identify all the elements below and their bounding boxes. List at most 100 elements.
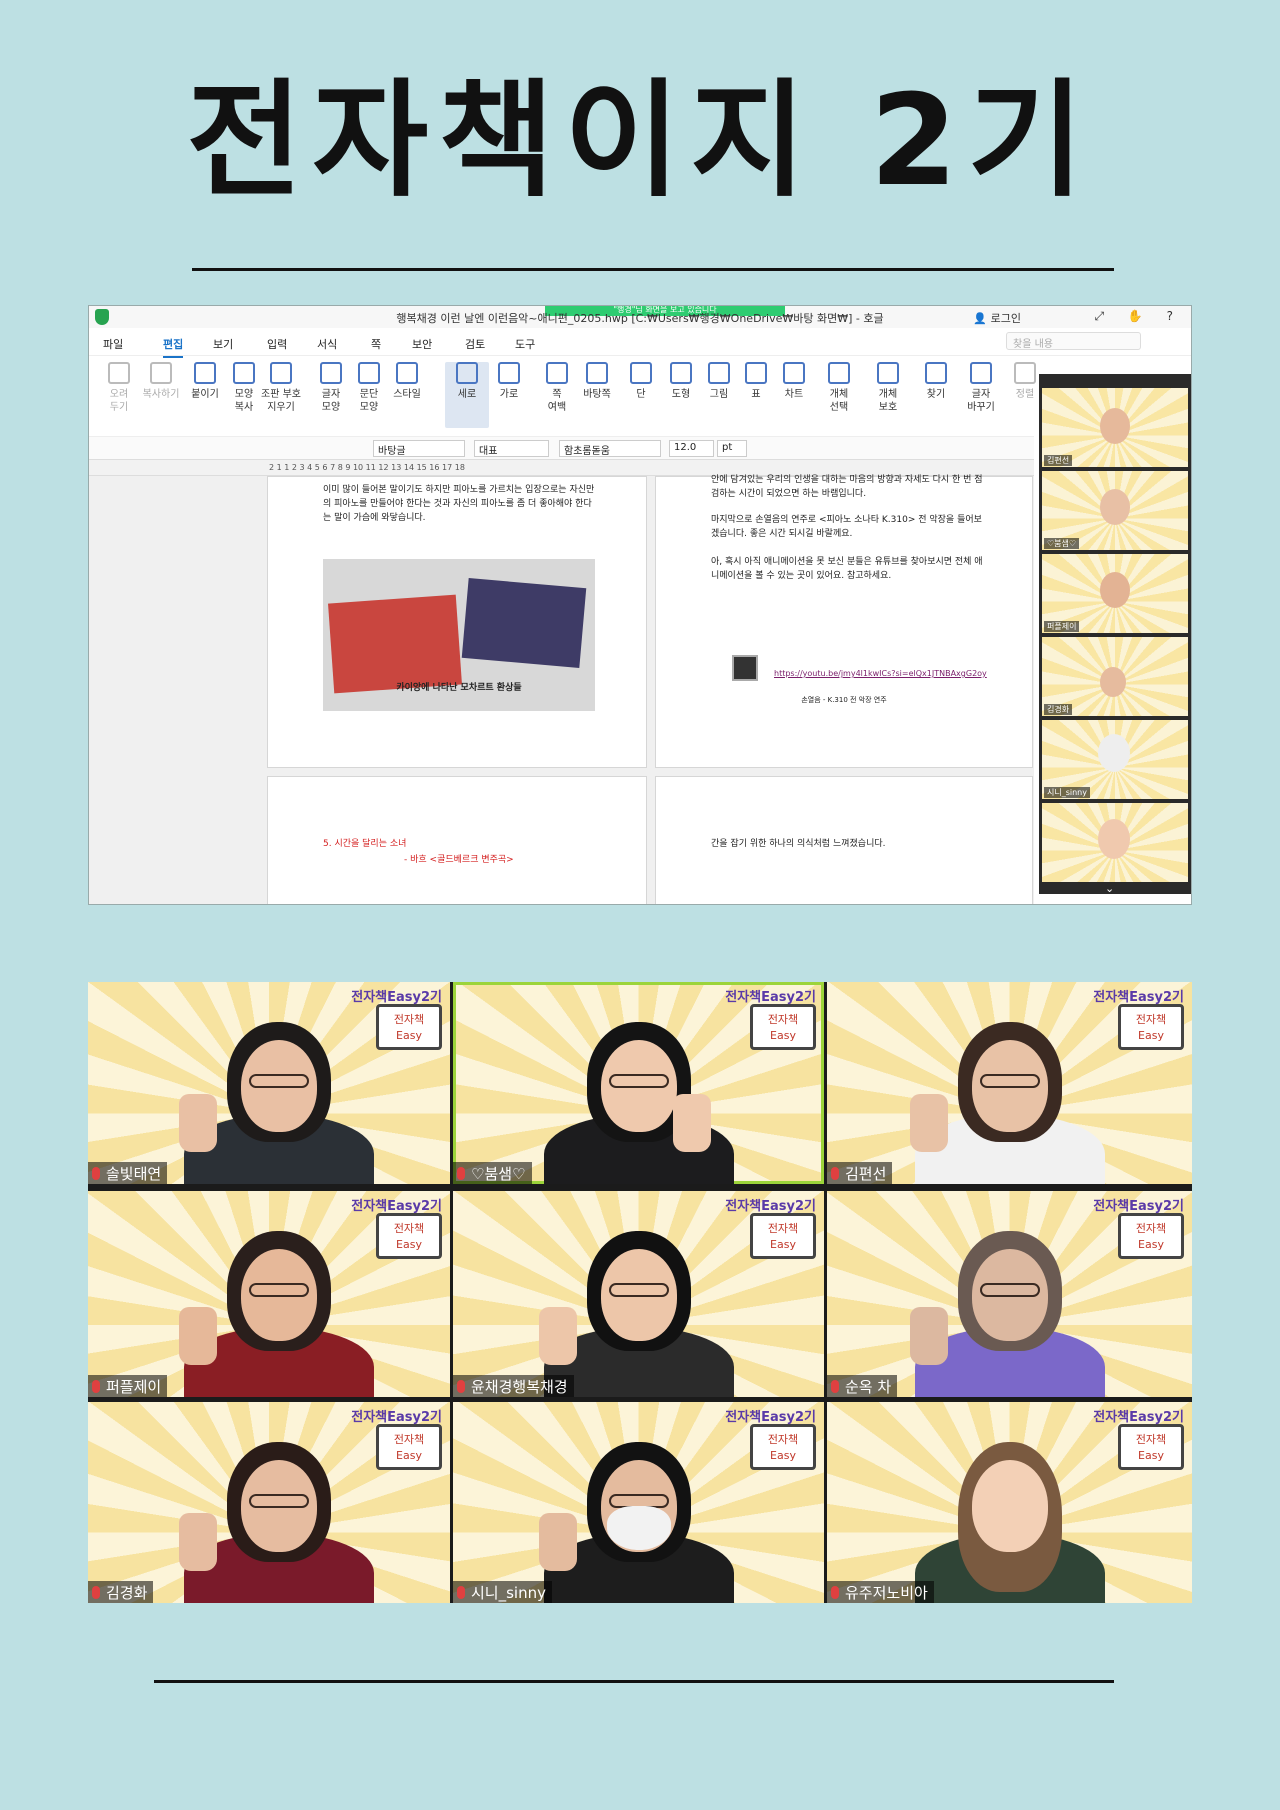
- ribbon-button[interactable]: 가로: [487, 362, 531, 401]
- video-tile[interactable]: ♡붐샘♡: [1042, 471, 1188, 550]
- event-badge: 전자책Easy2기: [725, 1199, 816, 1214]
- ribbon-button[interactable]: 단: [619, 362, 663, 401]
- title-icons[interactable]: ⤢ ✋ ?: [1094, 309, 1183, 324]
- ribbon-button[interactable]: 글자 바꾸기: [959, 362, 1003, 414]
- page4-text: 간을 잡기 위한 하나의 의식처럼 느껴졌습니다.: [711, 839, 886, 849]
- participant-video-tile[interactable]: 전자책Easy2기 전자책 Easy 시니_sinny: [453, 1402, 824, 1603]
- ribbon-button[interactable]: 조판 부호 지우기: [259, 362, 303, 414]
- participant-name: 솔빛태연: [88, 1162, 168, 1184]
- ribbon-button-label: 문단 모양: [359, 389, 379, 413]
- video-side-panel: 김편선 ♡붐샘♡ 퍼플제이 김경화 시니_sinny ⌄: [1039, 374, 1191, 895]
- ribbon-button[interactable]: 붙이기: [183, 362, 227, 401]
- ribbon-button[interactable]: 스타일: [385, 362, 429, 401]
- ribbon-button-label: 차트: [784, 389, 804, 400]
- ribbon-icon: [1014, 362, 1036, 384]
- video-tile[interactable]: [1042, 803, 1188, 882]
- participant-name: 윤채경행복채경: [453, 1375, 574, 1397]
- ribbon-icon: [745, 362, 767, 384]
- size-unit-select[interactable]: pt: [717, 440, 747, 457]
- menu-tools[interactable]: 도구: [515, 336, 535, 352]
- menu-view[interactable]: 보기: [213, 336, 233, 352]
- participant-video-tile[interactable]: 전자책Easy2기 전자책 Easy 순옥 차: [827, 1191, 1192, 1397]
- event-badge: 전자책Easy2기: [351, 1199, 442, 1214]
- ribbon-button[interactable]: 개체 선택: [817, 362, 861, 414]
- participant-video-tile[interactable]: 전자책Easy2기 전자책 Easy 유주저노비아: [827, 1402, 1192, 1603]
- ribbon-button[interactable]: 쪽 여백: [535, 362, 579, 414]
- youtube-thumbnail[interactable]: [732, 655, 758, 681]
- ribbon-button[interactable]: 바탕쪽: [575, 362, 619, 401]
- participant-name: 김경화: [88, 1581, 154, 1603]
- ribbon-icon: [828, 362, 850, 384]
- ribbon-button-label: 찾기: [926, 389, 946, 400]
- ribbon-button[interactable]: 오려 두기: [97, 362, 141, 414]
- v-sign-hand: [179, 1513, 217, 1571]
- ribbon-button[interactable]: 세로: [445, 362, 489, 428]
- document-area[interactable]: 이미 많이 들어본 말이기도 하지만 피아노를 가르치는 입장으로는 자신만의 …: [89, 475, 1034, 904]
- video-tile[interactable]: 김경화: [1042, 637, 1188, 716]
- participant-video-tile[interactable]: 전자책Easy2기 전자책 Easy 솔빛태연: [88, 982, 450, 1184]
- ebook-easy-logo: 전자책 Easy: [750, 1424, 816, 1470]
- font-select[interactable]: 함초롬돋움: [559, 440, 661, 457]
- participant-name: 시니_sinny: [453, 1581, 552, 1603]
- video-tile[interactable]: 퍼플제이: [1042, 554, 1188, 633]
- v-sign-hand: [672, 1094, 711, 1152]
- login-button[interactable]: 👤 로그인: [973, 310, 1021, 326]
- ribbon-button[interactable]: 복사하기: [139, 362, 183, 401]
- v-sign-hand: [909, 1307, 948, 1365]
- ebook-easy-logo: 전자책 Easy: [1118, 1424, 1184, 1470]
- font-size-input[interactable]: 12.0: [669, 440, 714, 457]
- ribbon-icon: [586, 362, 608, 384]
- participant-name: ♡붐샘♡: [453, 1162, 532, 1184]
- chevron-down-icon[interactable]: ⌄: [1105, 882, 1114, 895]
- section-subheading: - 바흐 <골드베르크 변주곡>: [404, 855, 514, 865]
- participant-video-tile[interactable]: 전자책Easy2기 전자책 Easy 퍼플제이: [88, 1191, 450, 1397]
- event-badge: 전자책Easy2기: [351, 990, 442, 1005]
- ribbon-button[interactable]: 찾기: [914, 362, 958, 401]
- document-page-4: 간을 잡기 위한 하나의 의식처럼 느껴졌습니다.: [655, 776, 1033, 904]
- mic-muted-icon: [831, 1380, 839, 1393]
- ebook-easy-logo: 전자책 Easy: [376, 1213, 442, 1259]
- ebook-easy-logo: 전자책 Easy: [750, 1213, 816, 1259]
- style-select[interactable]: 바탕글: [373, 440, 465, 457]
- mic-muted-icon: [831, 1167, 839, 1180]
- glasses-icon: [608, 1074, 669, 1088]
- youtube-link[interactable]: https://youtu.be/jmy4l1kwICs?si=elQx1JTN…: [774, 667, 1014, 681]
- menu-security[interactable]: 보안: [412, 336, 432, 352]
- ribbon-button-label: 개체 선택: [829, 389, 849, 413]
- participant-name: 유주저노비아: [827, 1581, 934, 1603]
- ribbon-icon: [970, 362, 992, 384]
- glasses-icon: [249, 1283, 309, 1297]
- link-caption: 손열음 - K.310 전 악장 연주: [801, 696, 887, 704]
- video-tile[interactable]: 시니_sinny: [1042, 720, 1188, 799]
- document-page-3: 5. 시간을 달리는 소녀 - 바흐 <골드베르크 변주곡>: [267, 776, 647, 904]
- event-badge: 전자책Easy2기: [1093, 1410, 1184, 1425]
- ribbon-icon: [877, 362, 899, 384]
- participant-video-tile[interactable]: 전자책Easy2기 전자책 Easy ♡붐샘♡: [453, 982, 824, 1184]
- ribbon-icon: [320, 362, 342, 384]
- ribbon-icon: [194, 362, 216, 384]
- search-input[interactable]: 찾을 내용: [1006, 332, 1141, 350]
- video-tile[interactable]: 김편선: [1042, 388, 1188, 467]
- ribbon-button-label: 정렬: [1015, 389, 1035, 400]
- menu-review[interactable]: 검토: [465, 336, 485, 352]
- participant-video-tile[interactable]: 전자책Easy2기 전자책 Easy 윤채경행복채경: [453, 1191, 824, 1397]
- glasses-icon: [979, 1283, 1040, 1297]
- document-screenshot: "행경"님 화면을 보고 있습니다 행복채경 이런 날엔 이런음악~애니편_02…: [88, 305, 1192, 905]
- ebook-easy-logo: 전자책 Easy: [750, 1004, 816, 1050]
- section-heading: 5. 시간을 달리는 소녀: [323, 839, 407, 849]
- participant-name: 순옥 차: [827, 1375, 898, 1397]
- participant-video-tile[interactable]: 전자책Easy2기 전자책 Easy 김편선: [827, 982, 1192, 1184]
- menu-file[interactable]: 파일: [103, 336, 123, 352]
- ribbon-button-label: 복사하기: [142, 389, 180, 400]
- language-select[interactable]: 대표: [474, 440, 549, 457]
- ribbon-button[interactable]: 개체 보호: [866, 362, 910, 414]
- ribbon-icon: [270, 362, 292, 384]
- menu-page[interactable]: 쪽: [371, 336, 381, 352]
- event-badge: 전자책Easy2기: [351, 1410, 442, 1425]
- participant-video-tile[interactable]: 전자책Easy2기 전자책 Easy 김경화: [88, 1402, 450, 1603]
- ribbon-button[interactable]: 차트: [772, 362, 816, 401]
- menu-format[interactable]: 서식: [317, 336, 337, 352]
- ebook-easy-logo: 전자책 Easy: [376, 1004, 442, 1050]
- menu-edit[interactable]: 편집: [163, 336, 184, 358]
- menu-insert[interactable]: 입력: [267, 336, 287, 352]
